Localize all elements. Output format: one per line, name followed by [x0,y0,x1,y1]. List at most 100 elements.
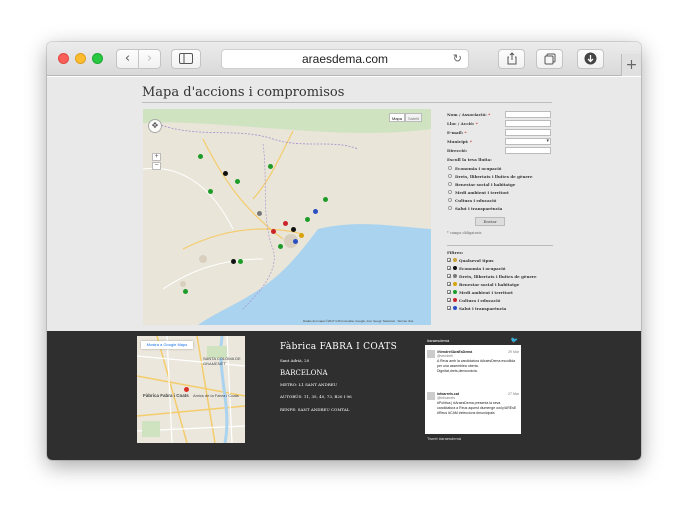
tweet[interactable]: #VendrellAraEsDemà @vendrell 29 Mar A Re… [427,350,519,388]
actions-map[interactable]: Mapa Satelit ✥ + − Dades del mapa ©2017 … [143,109,431,325]
filter-color-dot [453,266,457,270]
form-row-address: Direcció: [447,147,553,155]
download-icon [584,52,597,65]
back-icon: ‹ [124,51,131,66]
show-in-google-maps-button[interactable]: Mostra a Google Maps [141,341,193,349]
tweet-text: A Reus amb la candidatura #AraesDema esc… [437,359,516,373]
map-marker[interactable] [283,221,288,226]
compass-icon: ✥ [151,121,159,130]
filter-color-dot [453,290,457,294]
location-minimap[interactable]: Mostra a Google Maps SANTA COLOMA DE GRA… [137,336,245,443]
map-marker[interactable] [198,154,203,159]
url-text: araesdema.com [301,52,389,66]
map-marker[interactable] [271,229,276,234]
filter-checkbox[interactable]: ✓ [447,298,451,303]
filter-checkbox[interactable]: ✓ [447,282,451,287]
back-button[interactable]: ‹ [116,49,139,69]
location-pin-icon [184,387,189,392]
zoom-window-button[interactable] [92,53,103,64]
filter-color-dot [453,274,457,278]
field-label: Municipi: * [447,139,473,144]
radio-button[interactable] [448,182,452,186]
map-marker[interactable] [323,197,328,202]
map-marker[interactable] [293,239,298,244]
map-type-map-button[interactable]: Mapa [389,113,406,122]
twitter-bird-icon: 🐦 [510,338,518,344]
plus-icon: + [625,57,638,73]
filters-title: Filtres: [447,250,464,255]
map-pan-control[interactable]: ✥ [148,119,162,133]
tabs-overview-button[interactable] [536,49,563,69]
map-marker[interactable] [223,171,228,176]
venue-name: Fàbrica FABRA I COATS [280,342,398,352]
map-marker[interactable] [278,244,283,249]
form-row-place: Lloc / Acció: * [447,120,553,128]
address-input[interactable] [505,147,551,154]
tabs-icon [544,53,555,65]
radio-button[interactable] [448,166,452,170]
radio-button[interactable] [448,206,452,210]
close-window-button[interactable] [58,53,69,64]
tweet[interactable]: infoarrels.cat @infoarrels 27 Mar #Polít… [427,392,519,432]
municipality-select[interactable] [505,138,551,145]
radio-button[interactable] [448,174,452,178]
field-label: Nom / Associació: * [447,112,491,117]
radio-button[interactable] [448,190,452,194]
form-row-municipality: Municipi: * [447,138,553,146]
form-divider [447,245,553,246]
tweet-compose-link[interactable]: Tweet #araesdemà [425,434,521,443]
filter-checkbox[interactable]: ✓ [447,266,451,271]
filter-checkbox[interactable]: ✓ [447,274,451,279]
share-icon [507,52,516,65]
map-type-satellite-button[interactable]: Satelit [405,113,423,122]
minimap-nearby-label: Amics de la Fabra i Coats [193,393,239,398]
browser-window: ‹ › araesdema.com ↻ + Mapa d'accions i c… [47,42,641,460]
place-input[interactable] [505,120,551,127]
map-marker[interactable] [313,209,318,214]
map-marker[interactable] [291,227,296,232]
minimap-place-label: Fàbrica Fabra i Coats [143,393,189,398]
page-footer: Mostra a Google Maps SANTA COLOMA DE GRA… [47,331,641,460]
map-marker[interactable] [305,217,310,222]
submit-button[interactable]: Enviar [475,217,505,226]
form-row-name: Nom / Associació: * [447,111,553,119]
share-button[interactable] [498,49,525,69]
new-tab-button[interactable]: + [621,54,641,76]
minimize-window-button[interactable] [75,53,86,64]
map-marker[interactable] [257,211,262,216]
filter-color-dot [453,298,457,302]
filter-checkbox[interactable]: ✓ [447,290,451,295]
sidebar-button[interactable] [171,49,201,69]
venue-street: Sant Adrià, 20 [280,358,310,363]
venue-bus: AUTOBÚS: 11, 35, 40, 73, B20 I 96 [280,394,352,399]
map-marker[interactable] [231,259,236,264]
tweet-date: 29 Mar [508,350,519,354]
venue-renfe: RENFE: SANT ANDREU COMTAL [280,407,350,412]
map-marker[interactable] [238,259,243,264]
filter-checkbox[interactable]: ✓ [447,258,451,263]
map-marker[interactable] [208,189,213,194]
twitter-widget[interactable]: #araesdemà 🐦 #VendrellAraEsDemà @vendrel… [425,336,521,443]
struggle-heading: Escull la teva lluita: [447,157,492,162]
radio-button[interactable] [448,198,452,202]
venue-address: Fàbrica FABRA I COATS Sant Adrià, 20 BAR… [280,342,398,412]
map-marker[interactable] [183,289,188,294]
field-label: Direcció: [447,148,468,153]
address-bar[interactable]: araesdema.com ↻ [221,49,469,69]
email-input[interactable] [505,129,551,136]
reload-icon[interactable]: ↻ [453,50,462,68]
tweet-handle: @vendrell [437,354,453,358]
map-zoom-in-button[interactable]: + [152,153,161,161]
forward-button[interactable]: › [138,49,161,69]
venue-city: BARCELONA [280,369,328,377]
map-marker[interactable] [268,164,273,169]
avatar [427,392,435,400]
map-marker[interactable] [235,179,240,184]
downloads-button[interactable] [577,49,604,69]
filter-checkbox[interactable]: ✓ [447,306,451,311]
page-title: Mapa d'accions i compromisos [142,85,345,100]
map-attribution: Dades del mapa ©2017 GIS Innovatia, Goog… [303,319,414,323]
name-input[interactable] [505,111,551,118]
map-marker[interactable] [299,233,304,238]
map-zoom-out-button[interactable]: − [152,162,161,170]
